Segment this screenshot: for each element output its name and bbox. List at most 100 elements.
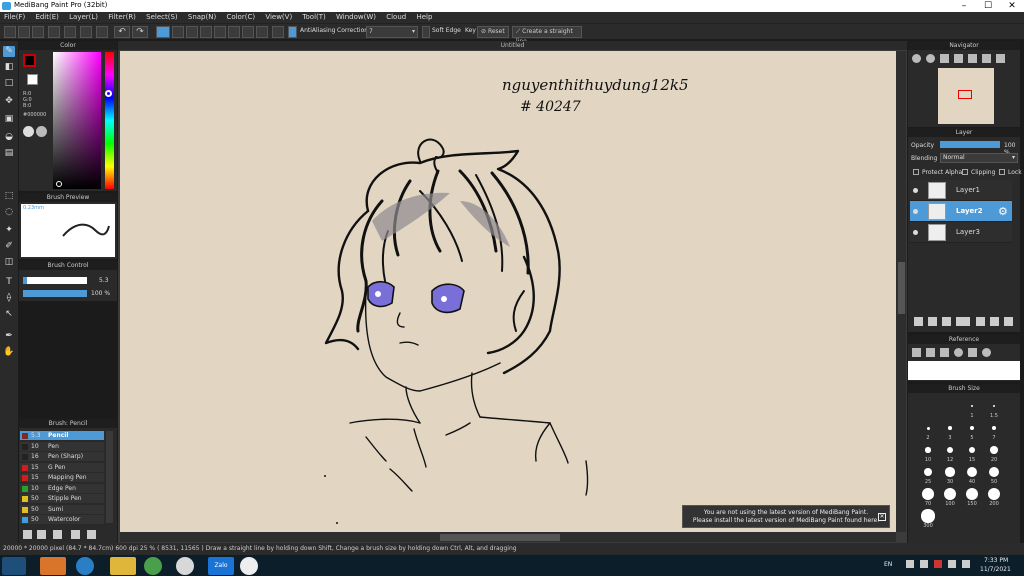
hue-slider[interactable] <box>105 52 114 189</box>
brush-settings-icon[interactable] <box>87 530 96 539</box>
hue-slider-handle[interactable] <box>105 90 112 97</box>
brush-opacity-slider[interactable] <box>23 290 87 297</box>
brush-size-dot[interactable] <box>944 488 956 500</box>
reference-zoom-out-icon[interactable] <box>982 348 991 357</box>
layer-row-3[interactable]: Layer3 <box>910 222 1012 243</box>
reference-folder-icon[interactable] <box>926 348 935 357</box>
brush-size-dot[interactable] <box>945 467 955 477</box>
brush-size-dot[interactable] <box>947 447 953 453</box>
actual-size-icon[interactable] <box>954 54 963 63</box>
menu-file[interactable]: File(F) <box>0 12 29 21</box>
eyedropper-icon[interactable]: ✒ <box>3 331 15 342</box>
brush-size-dot[interactable] <box>925 447 931 453</box>
snap-curve-icon[interactable] <box>242 26 254 38</box>
reference-fit-icon[interactable] <box>968 348 977 357</box>
reference-close-icon[interactable] <box>940 348 949 357</box>
rotate-right-icon[interactable] <box>982 54 991 63</box>
tray-icon-4[interactable] <box>948 560 956 568</box>
eraser-tool-icon[interactable]: ◧ <box>3 62 15 73</box>
paste-icon[interactable] <box>96 26 108 38</box>
flip-icon[interactable] <box>996 54 1005 63</box>
snap-3d-icon[interactable] <box>256 26 268 38</box>
new-file-icon[interactable] <box>4 26 16 38</box>
brush-size-dot[interactable] <box>971 405 973 407</box>
brush-item[interactable]: 5.3 Pencil <box>20 431 104 441</box>
primary-color-swatch[interactable] <box>23 54 36 67</box>
close-notice-icon[interactable]: ✕ <box>878 513 886 521</box>
snap-crisscross-icon[interactable] <box>186 26 198 38</box>
reference-zoom-in-icon[interactable] <box>954 348 963 357</box>
brush-size-dot[interactable] <box>967 467 977 477</box>
copy-icon[interactable] <box>80 26 92 38</box>
brush-item[interactable]: 10 Edge Pen <box>20 483 104 494</box>
new-layer-menu-icon[interactable] <box>956 317 970 326</box>
close-button[interactable]: ✕ <box>1000 0 1024 12</box>
saturation-value-picker[interactable] <box>53 52 101 189</box>
brush-item[interactable]: 15 G Pen <box>20 462 104 473</box>
redo-icon[interactable]: ↷ <box>132 26 148 38</box>
menu-help[interactable]: Help <box>412 12 436 21</box>
brush-item[interactable]: 50 Sumi <box>20 504 104 515</box>
brush-tool-icon[interactable]: ✎ <box>3 46 15 57</box>
delete-layer-icon[interactable] <box>1004 317 1013 326</box>
brush-item[interactable]: 16 Pen (Sharp) <box>20 452 104 462</box>
horizontal-scroll-thumb[interactable] <box>440 534 560 541</box>
brush-item[interactable]: 15 Mapping Pen <box>20 473 104 483</box>
add-brush-icon[interactable] <box>23 530 32 539</box>
language-indicator[interactable]: EN <box>884 561 892 568</box>
vertical-scroll-thumb[interactable] <box>898 262 905 314</box>
menu-color[interactable]: Color(C) <box>222 12 259 21</box>
reference-area[interactable] <box>908 361 1020 380</box>
brush-size-dot[interactable] <box>970 426 974 430</box>
undo-icon[interactable]: ↶ <box>114 26 130 38</box>
tray-icon-5[interactable] <box>962 560 970 568</box>
select-pen-icon[interactable]: ✐ <box>3 241 15 252</box>
snap-circle-icon[interactable] <box>228 26 240 38</box>
snap-off-icon[interactable] <box>156 26 170 38</box>
eye-icon[interactable] <box>913 188 918 193</box>
snap-vanishing-icon[interactable] <box>200 26 212 38</box>
new-layer-halftone-icon[interactable] <box>928 317 937 326</box>
zoom-in-icon[interactable] <box>912 54 921 63</box>
layer-opacity-slider[interactable] <box>940 141 1000 148</box>
menu-window[interactable]: Window(W) <box>332 12 380 21</box>
document-tab[interactable]: Untitled <box>118 41 907 50</box>
layer-row-1[interactable]: Layer1 <box>910 180 1012 201</box>
menu-view[interactable]: View(V) <box>261 12 296 21</box>
brush-size-slider[interactable] <box>23 277 87 284</box>
brush-item[interactable]: 10 Pen <box>20 441 104 452</box>
new-layer-icon[interactable] <box>914 317 923 326</box>
brush-list-scrollbar[interactable] <box>106 431 113 523</box>
gradient-tool-icon[interactable]: ▤ <box>3 148 15 159</box>
tray-icon-2[interactable] <box>920 560 928 568</box>
select-eraser-icon[interactable]: ◫ <box>3 257 15 268</box>
taskbar-app-icon[interactable] <box>144 557 162 575</box>
protect-alpha-checkbox[interactable] <box>913 169 919 175</box>
eye-icon[interactable] <box>913 230 918 235</box>
text-tool-icon[interactable]: T <box>3 277 15 288</box>
secondary-color-swatch[interactable] <box>27 74 38 85</box>
operation-tool-icon[interactable]: ↖ <box>3 309 15 320</box>
move-tool-icon[interactable]: ✥ <box>3 96 15 107</box>
soft-edge-checkbox[interactable] <box>422 26 430 38</box>
menu-filter[interactable]: Filter(R) <box>104 12 140 21</box>
menu-cloud[interactable]: Cloud <box>382 12 410 21</box>
lock-checkbox[interactable] <box>999 169 1005 175</box>
menu-edit[interactable]: Edit(E) <box>31 12 62 21</box>
select-tool-icon[interactable]: ⬚ <box>3 191 15 202</box>
antialiasing-checkbox[interactable] <box>288 26 297 38</box>
reset-button[interactable]: ⊘ Reset <box>477 26 509 38</box>
eye-icon[interactable] <box>913 209 918 214</box>
brush-menu-icon[interactable] <box>53 530 62 539</box>
lasso-tool-icon[interactable]: ◌ <box>3 207 15 218</box>
brush-size-dot[interactable] <box>926 426 930 430</box>
clock-date[interactable]: 11/7/2021 <box>980 566 1011 573</box>
folder-icon[interactable] <box>990 317 999 326</box>
divide-tool-icon[interactable]: ⟠ <box>3 293 15 304</box>
brush-size-dot[interactable] <box>922 488 934 500</box>
color-wheel-icon[interactable] <box>23 126 34 137</box>
taskbar-zalo-icon[interactable]: Zalo <box>208 557 234 575</box>
snap-parallel-icon[interactable] <box>172 26 184 38</box>
magic-wand-icon[interactable]: ✦ <box>3 225 15 236</box>
reference-open-icon[interactable] <box>912 348 921 357</box>
